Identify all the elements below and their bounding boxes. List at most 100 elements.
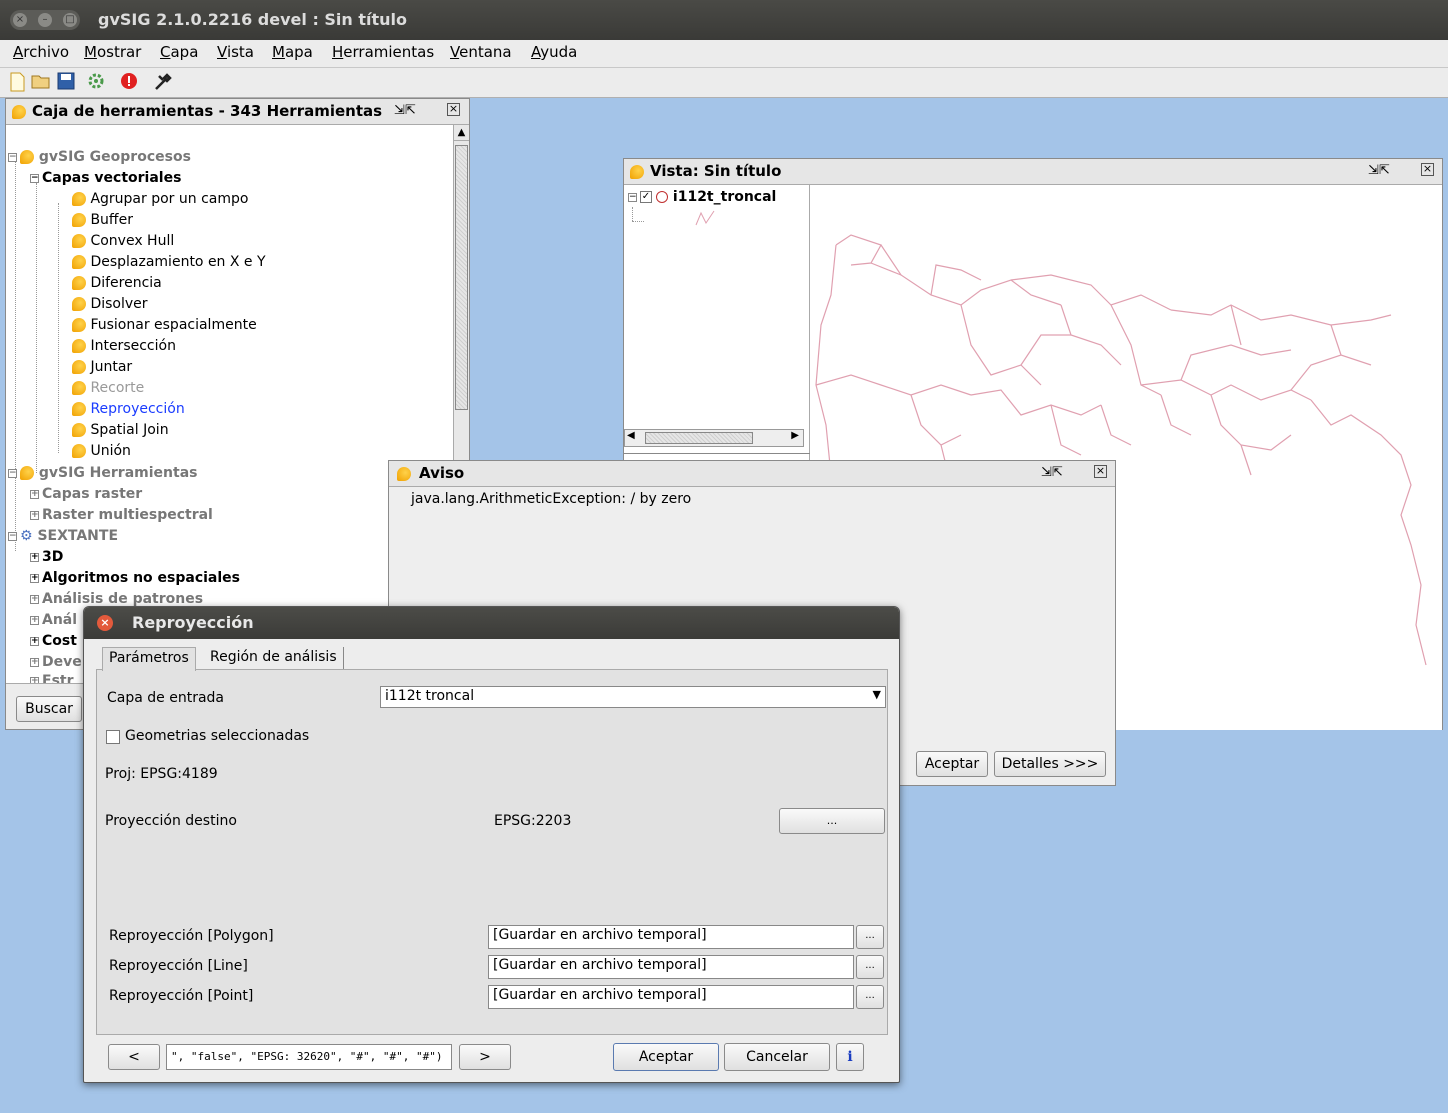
close-icon[interactable]: ×	[1421, 163, 1434, 176]
close-window-icon[interactable]: ×	[13, 13, 27, 27]
close-icon[interactable]: ×	[1094, 465, 1107, 478]
proyeccion-selector-button[interactable]: ...	[779, 808, 885, 834]
tree-group-geoprocesos[interactable]: − gvSIG Geoprocesos	[8, 149, 191, 165]
scroll-left-icon[interactable]: ◀	[627, 430, 635, 441]
menu-ayuda[interactable]: Ayuda	[531, 43, 577, 61]
tree-item-buffer[interactable]: Buffer	[72, 212, 133, 228]
tree-item-recorte[interactable]: Recorte	[72, 380, 144, 396]
tree-item-diferencia[interactable]: Diferencia	[72, 275, 162, 291]
road-segment	[970, 389, 1102, 416]
menu-herramientas[interactable]: Herramientas	[332, 43, 434, 61]
capa-entrada-select[interactable]: i112t troncal ▼	[380, 686, 886, 708]
info-icon[interactable]: i	[836, 1043, 864, 1071]
tree-item-juntar[interactable]: Juntar	[72, 359, 132, 375]
dialog-title-bar[interactable]: × Reproyección	[84, 607, 899, 639]
toolbox-scrollbar[interactable]: ▲	[453, 125, 469, 475]
toolbox-title: Caja de herramientas - 343 Herramientas	[32, 102, 389, 120]
capa-entrada-label: Capa de entrada	[107, 690, 224, 706]
view-header[interactable]: Vista: Sin título ⇲⇱ ×	[624, 159, 1442, 185]
road-segment	[1050, 404, 1082, 456]
tree-item-union[interactable]: Unión	[72, 443, 131, 459]
accept-button[interactable]: Aceptar	[613, 1043, 719, 1071]
tree-group-sextante[interactable]: − ⚙ SEXTANTE	[8, 528, 118, 544]
restore-icon[interactable]: ⇲⇱	[394, 103, 416, 118]
tree-item-disolver[interactable]: Disolver	[72, 296, 148, 312]
output-polygon-field[interactable]: [Guardar en archivo temporal]	[488, 925, 854, 949]
menu-mostrar[interactable]: Mostrar	[84, 43, 141, 61]
geometrias-checkbox[interactable]	[106, 730, 120, 744]
menu-vista[interactable]: Vista	[217, 43, 254, 61]
aviso-header[interactable]: Aviso ⇲⇱ ×	[389, 461, 1115, 487]
tree-group-patrones[interactable]: + Análisis de patrones	[30, 591, 203, 607]
sextante-gear-icon: ⚙	[20, 528, 33, 544]
window-title: gvSIG 2.1.0.2216 devel : Sin título	[98, 10, 408, 29]
maximize-window-icon[interactable]: □	[63, 13, 77, 27]
tree-item-agrupar[interactable]: Agrupar por un campo	[72, 191, 248, 207]
save-icon[interactable]	[55, 72, 77, 94]
tree-group-analisis[interactable]: + Anál	[30, 612, 77, 628]
tree-group-capas-vectoriales[interactable]: − Capas vectoriales	[30, 170, 181, 186]
aviso-details-button[interactable]: Detalles >>>	[994, 751, 1106, 777]
menu-mapa[interactable]: Mapa	[272, 43, 313, 61]
restore-icon[interactable]: ⇲⇱	[1041, 465, 1063, 480]
tree-item-convex-hull[interactable]: Convex Hull	[72, 233, 174, 249]
menu-ventana[interactable]: Ventana	[450, 43, 512, 61]
menu-archivo[interactable]: Archivo	[13, 43, 69, 61]
tree-group-desarrollo[interactable]: + Deve	[30, 654, 82, 670]
layer-type-icon	[656, 191, 669, 203]
road-segment	[1180, 344, 1292, 381]
command-field[interactable]: ", "false", "EPSG: 32620", "#", "#", "#"…	[166, 1044, 452, 1070]
tools-icon[interactable]	[152, 72, 174, 94]
road-segment	[930, 264, 982, 296]
output-point-browse-button[interactable]: ...	[856, 985, 884, 1009]
tree-group-algoritmos[interactable]: + Algoritmos no espaciales	[30, 570, 240, 586]
gvsig-icon	[397, 467, 411, 481]
gvsig-icon	[630, 165, 644, 179]
layer-row[interactable]: − ✓ i112t_troncal	[628, 189, 776, 205]
road-segment	[1230, 304, 1242, 346]
reproyeccion-dialog: × Reproyección Parámetros Región de anál…	[83, 606, 900, 1083]
output-point-label: Reproyección [Point]	[109, 988, 254, 1004]
tab-region-analisis[interactable]: Región de análisis	[204, 647, 344, 671]
prev-command-button[interactable]: <	[108, 1044, 160, 1070]
output-line-field[interactable]: [Guardar en archivo temporal]	[488, 955, 854, 979]
aviso-accept-button[interactable]: Aceptar	[916, 751, 988, 777]
error-icon[interactable]	[118, 72, 140, 94]
capa-entrada-value: i112t troncal	[385, 688, 475, 704]
new-document-icon[interactable]	[6, 72, 28, 94]
tree-item-reproyeccion[interactable]: Reproyección	[72, 401, 185, 417]
tree-group-costes[interactable]: + Cost	[30, 633, 77, 649]
tree-group-raster-multiespectral[interactable]: + Raster multiespectral	[30, 507, 213, 523]
layer-visibility-checkbox[interactable]: ✓	[640, 191, 652, 203]
tree-group-3d[interactable]: +3D	[30, 549, 63, 565]
tree-item-interseccion[interactable]: Intersección	[72, 338, 176, 354]
menu-capa[interactable]: Capa	[160, 43, 198, 61]
tree-item-fusionar[interactable]: Fusionar espacialmente	[72, 317, 257, 333]
toc-hscrollbar[interactable]: ◀ ▶	[624, 429, 804, 447]
scroll-up-icon[interactable]: ▲	[454, 125, 469, 141]
tree-item-spatial-join[interactable]: Spatial Join	[72, 422, 169, 438]
minimize-window-icon[interactable]: –	[38, 13, 52, 27]
tab-parametros[interactable]: Parámetros	[102, 647, 196, 671]
next-command-button[interactable]: >	[459, 1044, 511, 1070]
road-segment	[815, 244, 837, 476]
output-line-browse-button[interactable]: ...	[856, 955, 884, 979]
tree-group-estructuras[interactable]: + Estr	[30, 673, 74, 683]
close-icon[interactable]: ×	[447, 103, 460, 116]
tree-group-capas-raster[interactable]: + Capas raster	[30, 486, 142, 502]
restore-icon[interactable]: ⇲⇱	[1368, 163, 1390, 178]
road-segment	[1160, 394, 1192, 436]
search-button[interactable]: Buscar	[16, 696, 82, 722]
road-segment	[1310, 399, 1427, 666]
cancel-button[interactable]: Cancelar	[724, 1043, 830, 1071]
gear-icon[interactable]	[85, 72, 107, 94]
output-point-field[interactable]: [Guardar en archivo temporal]	[488, 985, 854, 1009]
toolbox-header[interactable]: Caja de herramientas - 343 Herramientas …	[6, 99, 469, 125]
close-icon[interactable]: ×	[97, 615, 113, 631]
scroll-right-icon[interactable]: ▶	[791, 430, 799, 441]
scroll-thumb[interactable]	[455, 145, 468, 410]
tree-group-herramientas[interactable]: − gvSIG Herramientas	[8, 465, 197, 481]
output-polygon-browse-button[interactable]: ...	[856, 925, 884, 949]
open-folder-icon[interactable]	[30, 72, 52, 94]
tree-item-desplazamiento[interactable]: Desplazamiento en X e Y	[72, 254, 266, 270]
